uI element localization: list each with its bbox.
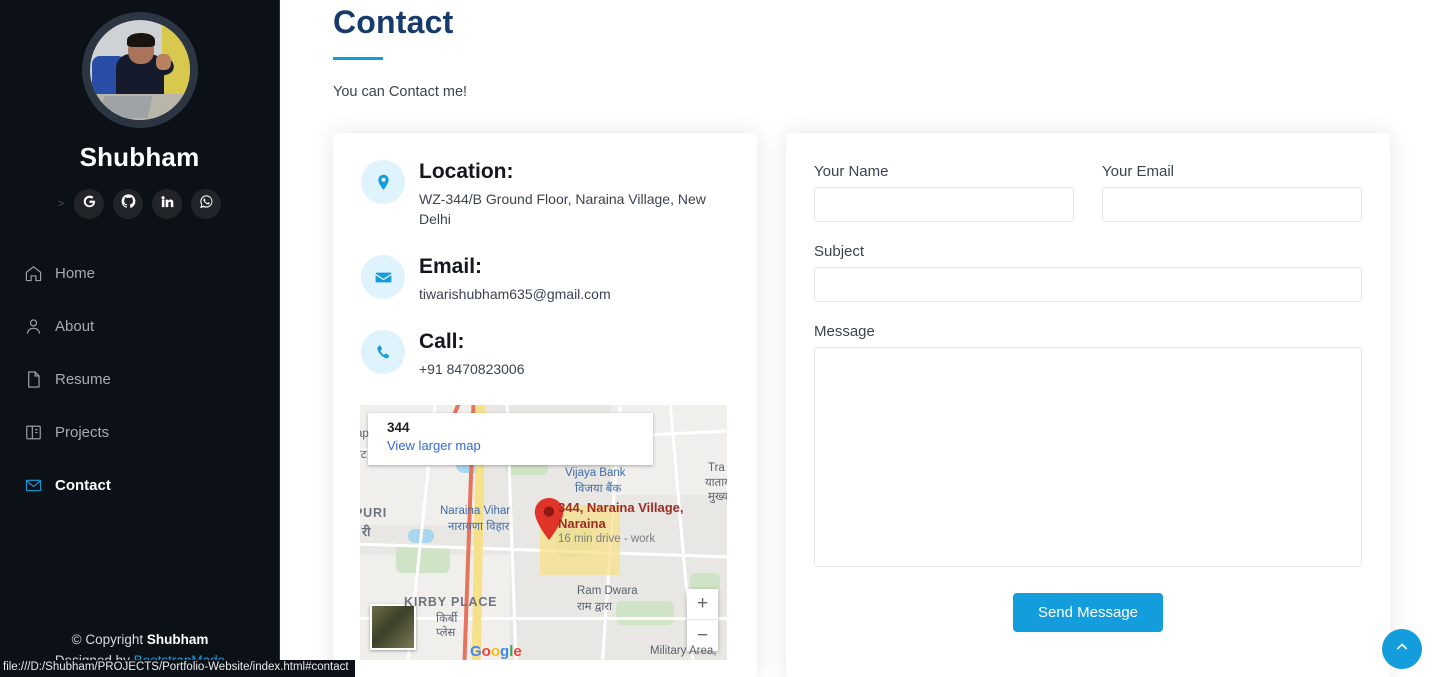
sidebar-nav: Home About Resume Projects Contact: [0, 247, 279, 512]
caret-glyph: >: [57, 198, 65, 210]
sidebar-item-label: Projects: [55, 424, 110, 441]
map-marker-sub: 16 min drive - work: [558, 533, 656, 545]
google-icon: [82, 194, 97, 214]
sidebar-item-projects[interactable]: Projects: [22, 406, 279, 459]
google-map-embed[interactable]: 344, Naraina Village, Naraina 16 min dri…: [360, 405, 727, 660]
sidebar-item-contact[interactable]: Contact: [22, 459, 279, 512]
map-info-card[interactable]: 344 View larger map: [368, 413, 653, 465]
page-subtitle: You can Contact me!: [333, 84, 468, 100]
map-zoom-controls[interactable]: + −: [687, 589, 718, 651]
user-icon: [22, 316, 44, 338]
info-text: +91 8470823006: [419, 361, 525, 377]
browser-status-bar: file:///D:/Shubham/PROJECTS/Portfolio-We…: [0, 660, 355, 677]
phone-icon: [361, 330, 405, 374]
map-place-label: नारायणा विहार: [448, 521, 510, 533]
book-icon: [22, 422, 44, 444]
map-place-label: Tra: [708, 462, 725, 474]
chevron-up-icon: [1394, 639, 1410, 660]
social-link-google[interactable]: [74, 189, 105, 219]
info-heading: Location:: [419, 160, 514, 183]
main-content: Contact You can Contact me! Location: WZ…: [281, 0, 1440, 677]
contact-form: Your Name Your Email Subject Message Sen…: [814, 163, 1362, 632]
sidebar-item-label: About: [55, 318, 95, 335]
map-place-label: किर्बी: [436, 613, 458, 625]
map-place-label: PURI: [360, 506, 388, 520]
github-icon: [121, 194, 136, 214]
sidebar-item-resume[interactable]: Resume: [22, 353, 279, 406]
message-textarea[interactable]: [814, 347, 1362, 567]
field-group-message: Message: [814, 323, 1362, 572]
field-group-email: Your Email: [1102, 163, 1362, 222]
map-place-label: मुख्य: [708, 491, 727, 503]
avatar: [81, 12, 198, 128]
scroll-to-top-button[interactable]: [1382, 629, 1422, 669]
google-logo: Google: [470, 643, 522, 660]
title-underline: [333, 57, 383, 60]
home-icon: [22, 263, 44, 285]
map-place-label: Ram Dwara: [577, 585, 638, 597]
file-icon: [22, 369, 44, 391]
social-link-github[interactable]: [113, 189, 144, 219]
copyright-prefix: © Copyright: [71, 632, 147, 647]
email-label: Your Email: [1102, 163, 1174, 180]
map-place-label: री: [362, 525, 372, 539]
message-label: Message: [814, 323, 875, 340]
section-header: Contact You can Contact me!: [281, 0, 1440, 100]
name-label: Your Name: [814, 163, 889, 180]
field-group-name: Your Name: [814, 163, 1074, 222]
linkedin-icon: [160, 194, 175, 214]
name-input[interactable]: [814, 187, 1074, 222]
social-links: >: [0, 189, 279, 219]
map-place-label: Military Area,: [650, 645, 717, 657]
info-text: tiwarishubham635@gmail.com: [419, 286, 611, 302]
info-row-call: Call: +91 8470823006: [361, 330, 729, 379]
sidebar-item-label: Resume: [55, 371, 111, 388]
social-link-whatsapp[interactable]: [191, 189, 222, 219]
envelope-icon: [361, 255, 405, 299]
info-text: WZ-344/B Ground Floor, Naraina Village, …: [419, 191, 706, 227]
map-satellite-thumbnail[interactable]: [370, 604, 416, 650]
email-input[interactable]: [1102, 187, 1362, 222]
location-pin-icon: [361, 160, 405, 204]
map-place-label: KIRBY PLACE: [404, 595, 498, 609]
info-row-email: Email: tiwarishubham635@gmail.com: [361, 255, 729, 304]
map-place-label: Vijaya Bank: [565, 467, 626, 479]
map-place-label: प्लेस: [436, 627, 456, 639]
social-link-linkedin[interactable]: [152, 189, 183, 219]
map-place-label: विजया बैंक: [575, 483, 622, 495]
map-place-label: रेट: [360, 449, 367, 461]
map-place-label: Naraina Vihar: [440, 505, 511, 517]
sidebar-item-label: Contact: [55, 477, 111, 494]
info-heading: Call:: [419, 330, 465, 353]
send-message-button[interactable]: Send Message: [1012, 593, 1164, 632]
copyright-line: © Copyright Shubham: [0, 629, 279, 650]
map-marker-title: 344, Naraina Village, Naraina: [558, 500, 684, 531]
envelope-icon: [22, 475, 44, 497]
map-place-label: ap: [360, 428, 369, 440]
map-place-label: यातायात: [705, 477, 727, 489]
sidebar-item-about[interactable]: About: [22, 300, 279, 353]
copyright-name: Shubham: [146, 632, 209, 647]
map-place-label: राम द्वारा: [577, 601, 613, 613]
info-row-location: Location: WZ-344/B Ground Floor, Naraina…: [361, 160, 729, 229]
view-larger-map-link[interactable]: View larger map: [387, 438, 653, 453]
subject-label: Subject: [814, 243, 865, 260]
map-card-title: 344: [387, 420, 410, 435]
sidebar: Shubham > Home About Resume Projects Con…: [0, 0, 280, 677]
map-marker-label: 344, Naraina Village, Naraina 16 min dri…: [558, 500, 698, 545]
contact-info-card: Location: WZ-344/B Ground Floor, Naraina…: [333, 133, 757, 677]
sidebar-item-label: Home: [55, 265, 96, 282]
field-group-subject: Subject: [814, 243, 1362, 302]
contact-form-card: Your Name Your Email Subject Message Sen…: [786, 133, 1390, 677]
profile-name: Shubham: [79, 142, 200, 172]
info-heading: Email:: [419, 255, 483, 278]
zoom-in-button[interactable]: +: [687, 589, 718, 620]
subject-input[interactable]: [814, 267, 1362, 302]
page-title: Contact: [333, 4, 454, 40]
sidebar-item-home[interactable]: Home: [22, 247, 279, 300]
content-cards: Location: WZ-344/B Ground Floor, Naraina…: [333, 133, 1440, 677]
whatsapp-icon: [199, 194, 214, 214]
